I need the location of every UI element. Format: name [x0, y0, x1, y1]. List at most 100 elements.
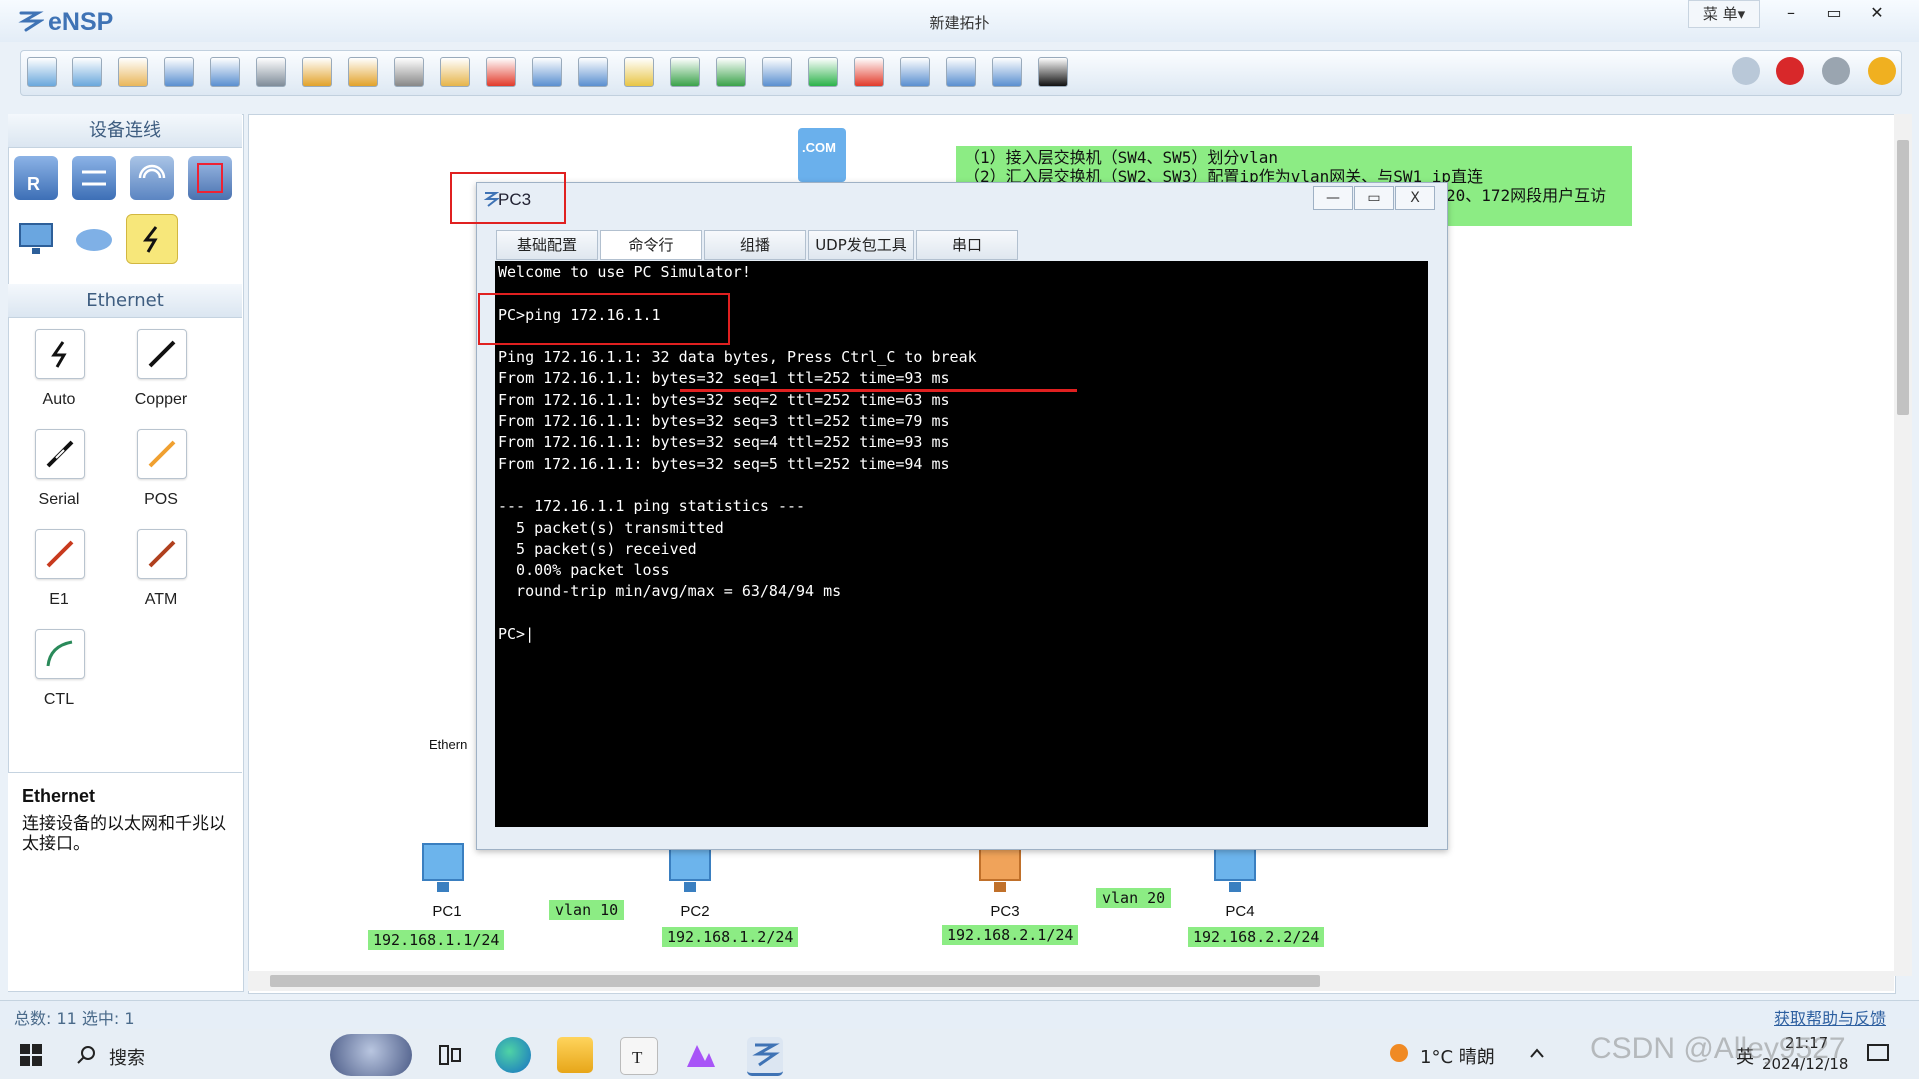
switch-icon[interactable]: [72, 156, 116, 200]
router-icon[interactable]: R: [14, 156, 58, 200]
pc-device-icon[interactable]: [14, 216, 58, 260]
link-tool-icon[interactable]: [126, 214, 178, 264]
cable-copper-icon[interactable]: [137, 329, 187, 379]
window-title: 新建拓扑: [929, 14, 990, 32]
selection-count: 总数: 11 选中: 1: [14, 1009, 135, 1028]
cable-atm-icon[interactable]: [137, 529, 187, 579]
file-explorer-icon[interactable]: [557, 1037, 593, 1073]
dialog-close-button[interactable]: X: [1395, 186, 1435, 210]
tray-expand-chevron-icon[interactable]: [1528, 1045, 1546, 1061]
rectangle-icon[interactable]: [624, 57, 654, 87]
close-button[interactable]: ✕: [1856, 0, 1898, 26]
print-icon[interactable]: [256, 57, 286, 87]
server-com-icon[interactable]: .COM: [796, 126, 848, 184]
dialog-minimize-button[interactable]: —: [1313, 186, 1353, 210]
search-icon[interactable]: [76, 1045, 96, 1065]
ethernet-link-label: Ethern: [429, 737, 468, 752]
pc2-ip: 192.168.1.2/24: [662, 927, 799, 947]
windows-start-icon[interactable]: [20, 1044, 42, 1066]
pc1-label: PC1: [432, 903, 462, 920]
app-triangle-icon[interactable]: [683, 1037, 719, 1073]
cable-serial-label: Serial: [38, 491, 80, 508]
delete-all-links-icon[interactable]: [532, 57, 562, 87]
stop-device-icon[interactable]: [854, 57, 884, 87]
notification-icon[interactable]: [1866, 1042, 1890, 1066]
vlan20-tag: vlan 20: [1096, 888, 1172, 908]
new-test-icon[interactable]: [72, 57, 102, 87]
terminal-line: From 172.16.1.1: bytes=32 seq=4 ttl=252 …: [498, 433, 950, 452]
tab-basic-config[interactable]: 基础配置: [496, 230, 598, 260]
terminal-line: From 172.16.1.1: bytes=32 seq=1 ttl=252 …: [498, 369, 950, 388]
task-view-icon[interactable]: [432, 1037, 468, 1073]
wireless-icon[interactable]: [130, 156, 174, 200]
cable-pos-label: POS: [144, 491, 178, 508]
tab-multicast[interactable]: 组播: [704, 230, 806, 260]
forum-icon[interactable]: [1732, 57, 1760, 85]
tab-udp-tool[interactable]: UDP发包工具: [808, 230, 914, 260]
fit-icon[interactable]: [762, 57, 792, 87]
cable-serial-icon[interactable]: [35, 429, 85, 479]
new-topology-icon[interactable]: [27, 57, 57, 87]
capture-icon[interactable]: [900, 57, 930, 87]
description-text: 连接设备的以太网和千兆以太接口。: [22, 814, 226, 854]
svg-text:T: T: [632, 1048, 643, 1067]
terminal-line: From 172.16.1.1: bytes=32 seq=3 ttl=252 …: [498, 412, 950, 431]
terminal-line: round-trip min/avg/max = 63/84/94 ms: [498, 582, 842, 601]
vertical-scroll-thumb[interactable]: [1897, 140, 1909, 415]
watermark: CSDN @Alley9527: [1590, 1032, 1846, 1065]
tab-serial[interactable]: 串口: [916, 230, 1018, 260]
minimize-button[interactable]: –: [1770, 0, 1812, 26]
undo-icon[interactable]: [302, 57, 332, 87]
cable-auto-icon[interactable]: [35, 329, 85, 379]
pc1-icon[interactable]: [415, 838, 475, 898]
save-icon[interactable]: [164, 57, 194, 87]
grid-icon[interactable]: [992, 57, 1022, 87]
help-feedback-link[interactable]: 获取帮助与反馈: [1774, 1005, 1886, 1029]
terminal-line: --- 172.16.1.1 ping statistics ---: [498, 497, 806, 516]
cloud-icon[interactable]: [72, 216, 116, 260]
help-icon[interactable]: [1868, 57, 1896, 85]
open-icon[interactable]: [118, 57, 148, 87]
title-highlight-box: [450, 172, 566, 224]
edge-browser-icon[interactable]: [495, 1037, 531, 1073]
weather-icon: [1390, 1044, 1408, 1062]
text-icon[interactable]: [578, 57, 608, 87]
cable-copper-label: Copper: [134, 391, 188, 408]
topology-view-icon[interactable]: [946, 57, 976, 87]
menu-button[interactable]: 菜 单▾: [1688, 0, 1760, 28]
ensp-taskbar-icon[interactable]: [747, 1037, 783, 1076]
start-device-icon[interactable]: [808, 57, 838, 87]
terminal-line: Ping 172.16.1.1: 32 data bytes, Press Ct…: [498, 348, 977, 367]
zoom-out-icon[interactable]: [716, 57, 746, 87]
firewall-icon[interactable]: [188, 156, 232, 200]
typora-icon[interactable]: T: [620, 1037, 658, 1075]
cable-e1-label: E1: [49, 591, 69, 608]
tab-command-line[interactable]: 命令行: [600, 230, 702, 260]
cable-atm-label: ATM: [144, 591, 178, 608]
save-as-icon[interactable]: [210, 57, 240, 87]
cable-ctl-icon[interactable]: [35, 629, 85, 679]
taskbar-search-label[interactable]: 搜索: [109, 1044, 145, 1070]
ping-command-highlight: [478, 293, 730, 345]
pan-icon[interactable]: [440, 57, 470, 87]
status-bar: [0, 1000, 1919, 1030]
redo-icon[interactable]: [348, 57, 378, 87]
terminal-line: PC>|: [498, 625, 535, 644]
vlan10-tag: vlan 10: [549, 900, 625, 920]
dialog-maximize-button[interactable]: ▭: [1354, 186, 1394, 210]
reply-underline: [680, 389, 1077, 392]
settings-icon[interactable]: [1822, 57, 1850, 85]
pc3-label: PC3: [990, 903, 1020, 920]
description-title: Ethernet: [22, 786, 96, 806]
select-icon[interactable]: [394, 57, 424, 87]
zoom-in-icon[interactable]: [670, 57, 700, 87]
horizontal-scroll-thumb[interactable]: [270, 975, 1320, 987]
cable-e1-icon[interactable]: [35, 529, 85, 579]
terminal-icon[interactable]: [1038, 57, 1068, 87]
cable-pos-icon[interactable]: [137, 429, 187, 479]
huawei-icon[interactable]: [1776, 57, 1804, 85]
delete-icon[interactable]: [486, 57, 516, 87]
maximize-button[interactable]: ▭: [1813, 0, 1855, 26]
weather-text[interactable]: 1°C 晴朗: [1420, 1043, 1495, 1069]
search-highlight-image[interactable]: [330, 1034, 412, 1076]
